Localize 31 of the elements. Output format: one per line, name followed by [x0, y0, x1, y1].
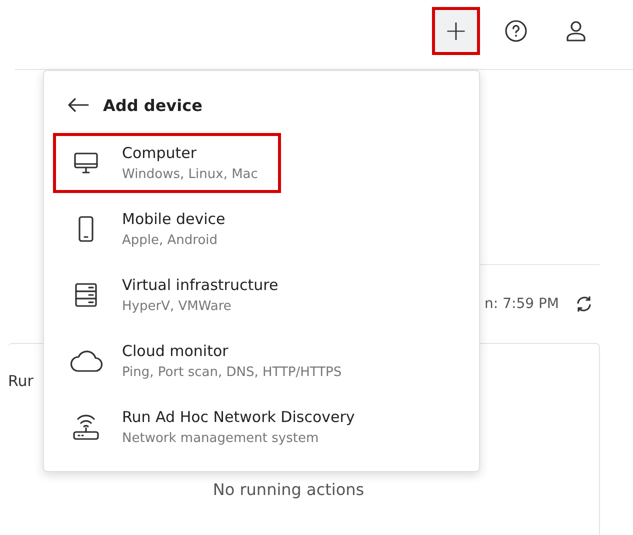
menu-title: Add device — [103, 96, 202, 114]
item-title: Run Ad Hoc Network Discovery — [122, 408, 355, 426]
menu-item[interactable]: Cloud monitor Ping, Port scan, DNS, HTTP/HTTPS — [53, 331, 365, 391]
router-icon — [72, 413, 100, 441]
phone-icon — [78, 216, 94, 242]
item-subtitle: Ping, Port scan, DNS, HTTP/HTTPS — [122, 365, 342, 380]
server-icon — [75, 283, 97, 307]
user-icon — [564, 18, 588, 42]
item-title: Cloud monitor — [122, 342, 230, 360]
menu-item[interactable]: Run Ad Hoc Network Discovery Network management system — [53, 397, 378, 457]
monitor-icon — [74, 152, 98, 174]
item-title: Virtual infrastructure — [122, 276, 278, 294]
refresh-icon — [575, 295, 593, 313]
add-button[interactable]: + — [432, 6, 480, 54]
cloud-icon — [69, 349, 103, 373]
menu-item[interactable]: Mobile device Apple, Android — [53, 199, 248, 259]
help-icon — [504, 18, 528, 42]
refresh-button[interactable] — [575, 295, 593, 313]
back-arrow-icon — [67, 98, 89, 112]
menu-item[interactable]: Virtual infrastructure HyperV, VMWare — [53, 265, 302, 325]
item-title: Computer — [122, 144, 198, 162]
item-subtitle: Apple, Android — [122, 233, 219, 248]
item-subtitle: Windows, Linux, Mac — [122, 167, 258, 182]
empty-message: No running actions — [212, 480, 366, 499]
updated-time: n: 7:59 PM — [484, 296, 559, 312]
back-button[interactable] — [67, 98, 89, 112]
item-title: Mobile device — [122, 210, 226, 228]
menu-item[interactable]: Computer Windows, Linux, Mac — [53, 133, 281, 193]
item-subtitle: HyperV, VMWare — [122, 299, 232, 314]
item-subtitle: Network management system — [122, 431, 320, 446]
card-title: Rur — [8, 372, 34, 390]
